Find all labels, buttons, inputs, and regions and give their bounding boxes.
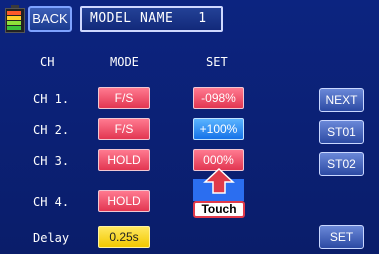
row-label-delay: Delay — [33, 231, 70, 245]
battery-icon — [5, 5, 25, 33]
mode-button-ch2[interactable]: F/S — [98, 118, 150, 140]
column-header-set: SET — [206, 55, 228, 69]
mode-button-ch1[interactable]: F/S — [98, 87, 150, 109]
set-button[interactable]: SET — [319, 225, 364, 249]
mode-button-ch3[interactable]: HOLD — [98, 149, 150, 171]
mode-button-ch4[interactable]: HOLD — [98, 190, 150, 212]
next-button[interactable]: NEXT — [319, 88, 364, 112]
set-button-ch2[interactable]: +100% — [193, 118, 244, 140]
st01-button[interactable]: ST01 — [319, 120, 364, 144]
up-arrow-icon — [203, 168, 235, 194]
column-header-ch: CH — [40, 55, 55, 69]
set-button-ch1[interactable]: -098% — [193, 87, 244, 109]
row-label-ch1: CH 1. — [33, 92, 70, 106]
back-button[interactable]: BACK — [28, 6, 72, 32]
row-label-ch2: CH 2. — [33, 123, 70, 137]
touch-label: Touch — [193, 201, 245, 218]
st02-button[interactable]: ST02 — [319, 152, 364, 176]
column-header-mode: MODE — [110, 55, 139, 69]
row-label-ch3: CH 3. — [33, 154, 70, 168]
row-label-ch4: CH 4. — [33, 195, 70, 209]
delay-button[interactable]: 0.25s — [98, 226, 150, 248]
top-bar: BACK MODEL NAME 1 — [0, 0, 379, 36]
model-name-screen: BACK MODEL NAME 1 CH MODE SET CH 1. F/S … — [0, 0, 379, 254]
model-name-title: MODEL NAME 1 — [80, 6, 223, 32]
